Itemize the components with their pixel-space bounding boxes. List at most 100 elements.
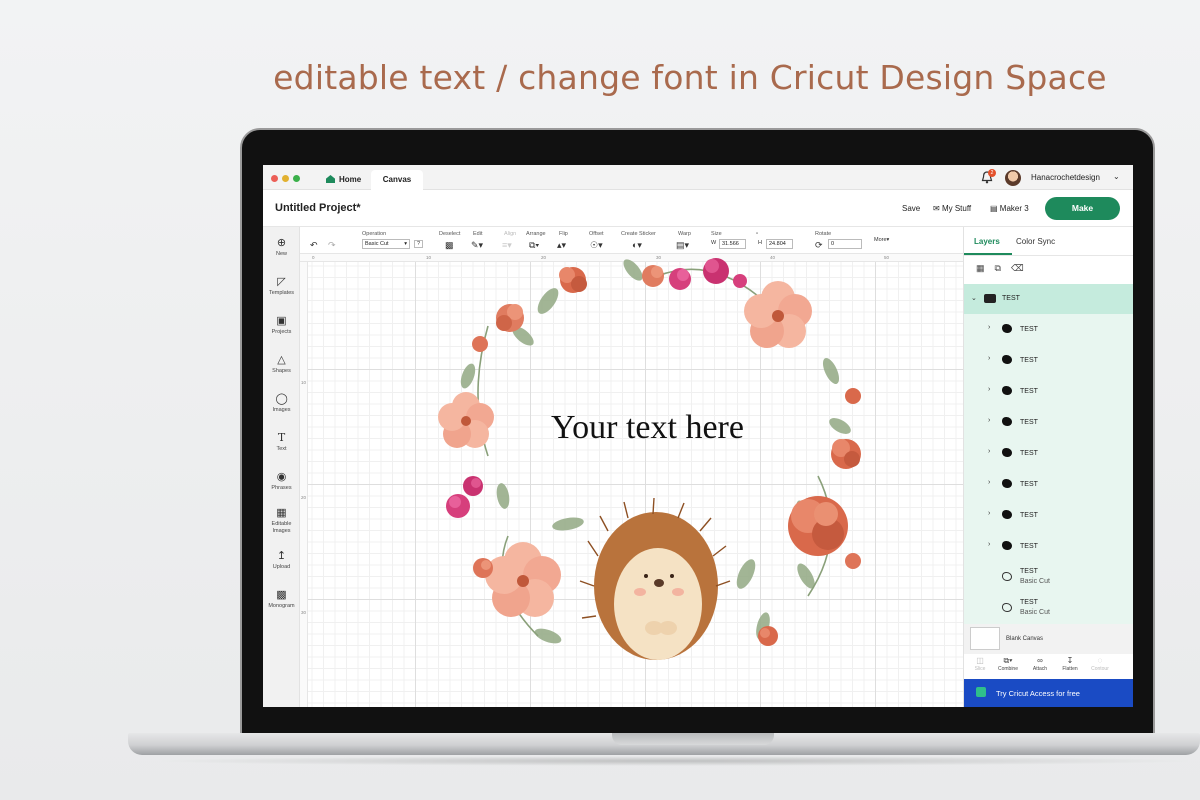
edit-pencil-icon[interactable]: ✎▾	[471, 240, 483, 251]
trash-icon[interactable]: ⌫	[1011, 263, 1024, 273]
chevron-down-icon[interactable]: ⌄	[971, 294, 977, 302]
tab-home[interactable]: Home	[318, 170, 369, 190]
flip-icon[interactable]: ▴▾	[557, 240, 566, 251]
editable-text-layer[interactable]: Your text here	[551, 409, 761, 447]
chevron-right-icon[interactable]: ›	[988, 510, 990, 517]
flatten-button[interactable]: ↧ Flatten	[1056, 656, 1084, 672]
save-button[interactable]: Save	[902, 204, 920, 213]
rail-item-images[interactable]: ◯ Images	[263, 393, 300, 414]
username[interactable]: Hanacrochetdesign	[1031, 173, 1100, 182]
rail-item-new[interactable]: ⊕ New	[263, 237, 300, 258]
attach-icon: ∞	[1037, 656, 1043, 665]
layers-panel: Layers Color Sync ▦ ⧉ ⌫ ⌄ TEST › TEST › …	[963, 227, 1133, 707]
laptop-notch	[612, 733, 774, 745]
rail-item-editable-images[interactable]: ▦ Editable Images	[263, 507, 300, 535]
chevron-right-icon[interactable]: ›	[988, 386, 990, 393]
layer-row[interactable]: › TEST	[964, 438, 1133, 469]
layer-row[interactable]: › TEST	[964, 500, 1133, 531]
warp-icon[interactable]: ▤▾	[676, 240, 689, 251]
tab-color-sync[interactable]: Color Sync	[1016, 237, 1055, 246]
blank-canvas-label: Blank Canvas	[1006, 636, 1044, 642]
layer-thumb-icon	[1002, 572, 1012, 581]
minimize-dot-icon[interactable]	[282, 175, 289, 182]
chevron-right-icon[interactable]: ›	[988, 324, 990, 331]
height-label: H	[758, 240, 762, 246]
layer-thumb-icon	[1002, 510, 1012, 519]
rail-item-label: New	[275, 251, 287, 257]
layer-row[interactable]: TEST Basic Cut	[964, 593, 1133, 624]
rail-item-templates[interactable]: ◸ Templates	[263, 276, 300, 297]
rail-item-text[interactable]: T Text	[263, 432, 300, 453]
text-t-icon: T	[277, 431, 286, 444]
rail-item-monogram[interactable]: ▩ Monogram	[263, 589, 300, 610]
layer-group-row[interactable]: ⌄ TEST	[964, 284, 1133, 314]
duplicate-icon[interactable]: ⧉	[995, 263, 1001, 273]
operation-select[interactable]: Basic Cut ▾	[362, 239, 410, 249]
machine-selector[interactable]: ▤ Maker 3	[990, 204, 1029, 213]
chevron-down-icon[interactable]: ⌄	[1113, 172, 1120, 181]
width-input[interactable]: 31.566	[719, 239, 746, 249]
layer-row[interactable]: TEST Basic Cut	[964, 562, 1133, 593]
layer-name: TEST	[1020, 419, 1038, 426]
layer-row[interactable]: › TEST	[964, 314, 1133, 345]
my-stuff-label: My Stuff	[941, 204, 972, 213]
layer-row[interactable]: › TEST	[964, 376, 1133, 407]
cricut-access-banner[interactable]: Try Cricut Access for free	[964, 679, 1133, 707]
height-input[interactable]: 24.804	[766, 239, 793, 249]
tab-layers[interactable]: Layers	[974, 237, 1000, 246]
ruler-tick: 20	[301, 495, 307, 500]
layer-row[interactable]: › TEST	[964, 531, 1133, 562]
left-rail: ⊕ New ◸ Templates ▣ Projects △ Shapes ◯ …	[263, 227, 300, 707]
more-button[interactable]: More▾	[874, 237, 889, 243]
slice-button[interactable]: ◫ Slice	[966, 656, 994, 672]
chevron-down-icon: ▾	[404, 241, 407, 247]
deselect-button[interactable]: ▩	[445, 240, 454, 251]
layer-name: TEST	[1020, 450, 1038, 457]
rail-item-shapes[interactable]: △ Shapes	[263, 354, 300, 375]
chevron-right-icon[interactable]: ›	[988, 479, 990, 486]
ruler-tick: 50	[884, 255, 890, 260]
contour-button[interactable]: ◌ Contour	[1086, 656, 1114, 672]
maximize-dot-icon[interactable]	[293, 175, 300, 182]
align-icon[interactable]: ≡▾	[502, 240, 512, 251]
avatar[interactable]	[1005, 170, 1021, 186]
group-icon[interactable]: ▦	[976, 263, 985, 273]
arrange-icon[interactable]: ⧉▾	[529, 240, 539, 251]
chevron-right-icon[interactable]: ›	[988, 541, 990, 548]
sticker-icon[interactable]: ◐▾	[632, 240, 642, 251]
rotate-input[interactable]: 0	[828, 239, 862, 249]
blank-canvas-row[interactable]: Blank Canvas	[964, 624, 1133, 654]
layer-row[interactable]: › TEST	[964, 469, 1133, 500]
tab-divider	[964, 255, 1133, 256]
app-screen: Home Canvas 2 Hanacrochetdesign ⌄ Untitl…	[263, 165, 1133, 707]
rail-item-phrases[interactable]: ◉ Phrases	[263, 471, 300, 492]
combine-button[interactable]: ⧉▾ Combine	[994, 656, 1022, 672]
folder-icon: ✉	[933, 204, 940, 213]
rotate-icon[interactable]: ⟳	[815, 240, 823, 251]
layer-row[interactable]: › TEST	[964, 345, 1133, 376]
chevron-right-icon[interactable]: ›	[988, 355, 990, 362]
make-button[interactable]: Make	[1045, 197, 1120, 220]
arrange-label: Arrange	[526, 231, 546, 237]
layer-row[interactable]: › TEST	[964, 407, 1133, 438]
floral-wreath-hedgehog-image[interactable]	[428, 256, 878, 666]
chevron-right-icon[interactable]: ›	[988, 417, 990, 424]
sticker-label: Create Sticker	[621, 231, 656, 237]
close-dot-icon[interactable]	[271, 175, 278, 182]
project-title[interactable]: Untitled Project*	[275, 202, 361, 214]
blank-canvas-swatch[interactable]	[970, 627, 1000, 650]
my-stuff-button[interactable]: ✉ My Stuff	[933, 204, 971, 213]
attach-button[interactable]: ∞ Attach	[1026, 656, 1054, 672]
undo-icon[interactable]: ↶	[310, 240, 318, 251]
tab-canvas[interactable]: Canvas	[371, 170, 423, 190]
rail-item-projects[interactable]: ▣ Projects	[263, 315, 300, 336]
offset-icon[interactable]: ☉▾	[590, 240, 603, 251]
upload-icon: ↥	[276, 550, 287, 562]
lightbulb-icon: ◯	[275, 393, 288, 405]
chevron-right-icon[interactable]: ›	[988, 448, 990, 455]
browser-topbar: Home Canvas 2 Hanacrochetdesign ⌄	[263, 165, 1133, 190]
rail-item-upload[interactable]: ↥ Upload	[263, 550, 300, 571]
redo-icon[interactable]: ↷	[328, 240, 336, 251]
lock-icon[interactable]: ▫	[756, 231, 758, 237]
help-icon[interactable]: ?	[414, 240, 424, 248]
